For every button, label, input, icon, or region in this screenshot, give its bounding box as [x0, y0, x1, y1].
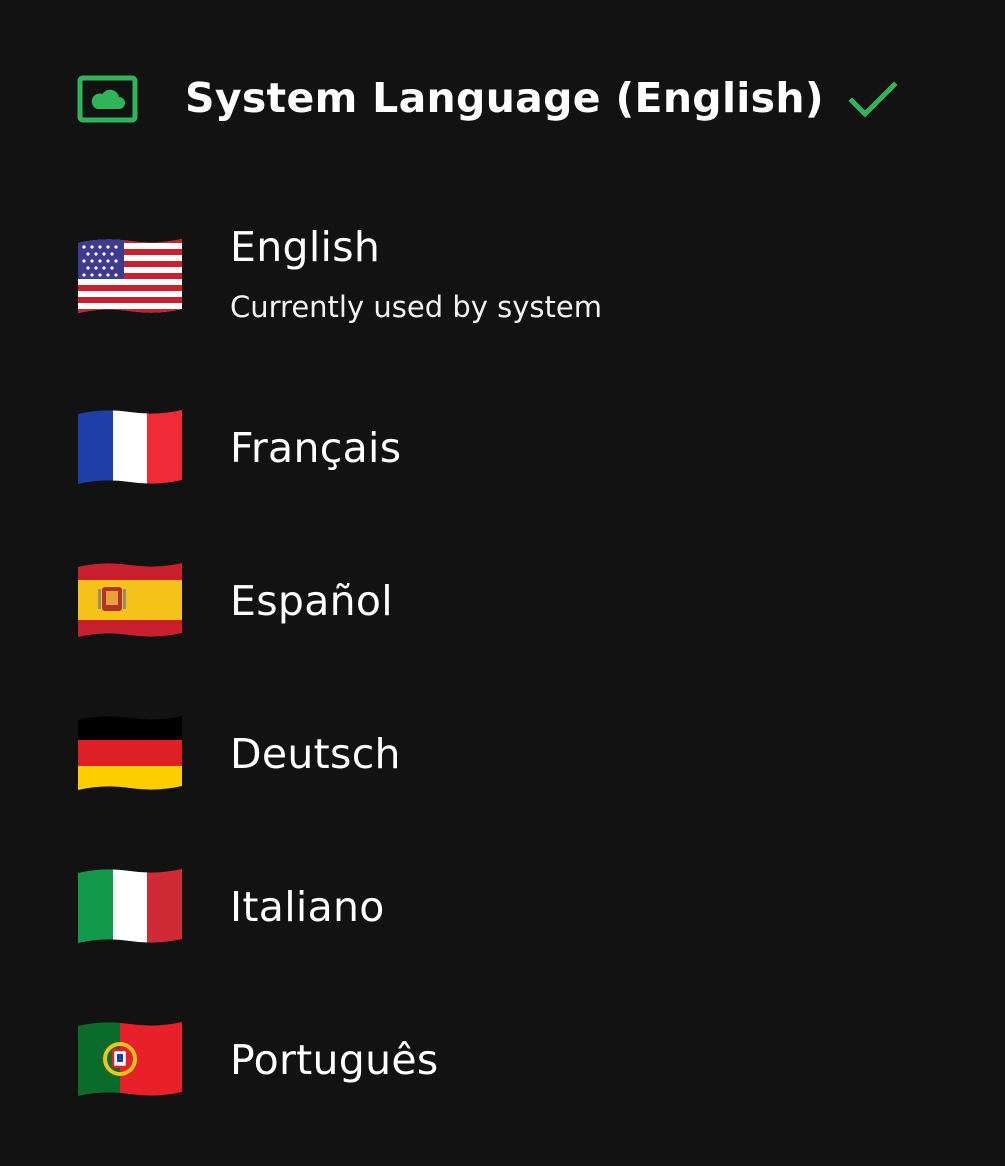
- language-option-english[interactable]: English Currently used by system: [0, 205, 1005, 345]
- spain-flag-icon: [78, 561, 182, 639]
- language-name: Español: [230, 577, 393, 625]
- language-subtitle: Currently used by system: [230, 290, 602, 324]
- language-name: Italiano: [230, 883, 385, 931]
- language-name: Français: [230, 424, 402, 472]
- cloud-screen-icon: [77, 75, 138, 123]
- france-flag-icon: [78, 408, 182, 486]
- language-option-portuguese[interactable]: Português: [0, 990, 1005, 1130]
- check-icon: [848, 80, 898, 120]
- portugal-flag-icon: [78, 1020, 182, 1098]
- language-option-spanish[interactable]: Español: [0, 531, 1005, 671]
- language-option-italian[interactable]: Italiano: [0, 837, 1005, 977]
- language-name: Deutsch: [230, 730, 401, 778]
- system-language-label: System Language (English): [185, 74, 824, 122]
- germany-flag-icon: [78, 714, 182, 792]
- italy-flag-icon: [78, 867, 182, 945]
- language-option-german[interactable]: Deutsch: [0, 684, 1005, 824]
- system-language-option[interactable]: System Language (English): [0, 40, 1005, 160]
- us-flag-icon: [78, 237, 182, 315]
- language-name: Português: [230, 1036, 439, 1084]
- language-name: English: [230, 223, 381, 271]
- language-option-french[interactable]: Français: [0, 378, 1005, 518]
